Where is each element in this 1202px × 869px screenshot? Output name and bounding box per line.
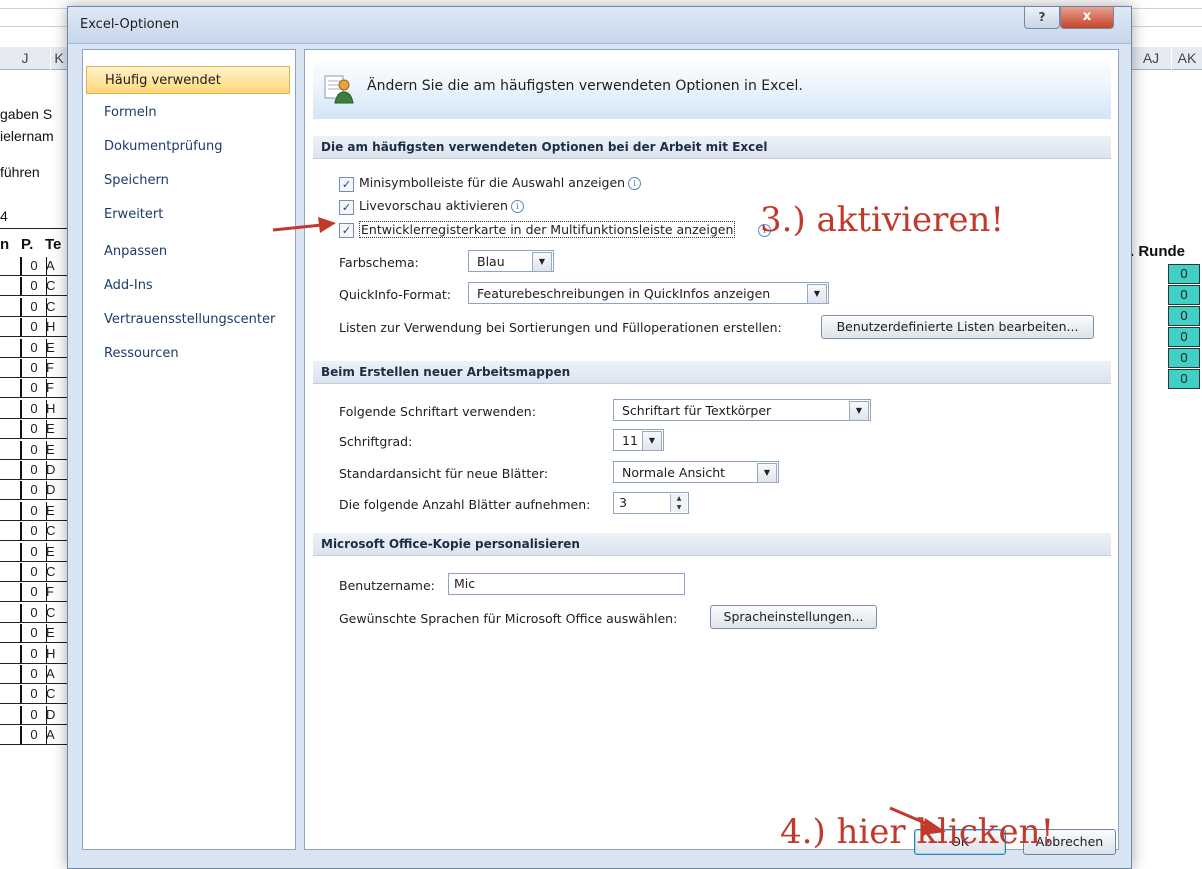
annotation-arrow-step4 (889, 806, 946, 835)
annotation-step4: 4.) hier klicken! (780, 812, 1055, 852)
